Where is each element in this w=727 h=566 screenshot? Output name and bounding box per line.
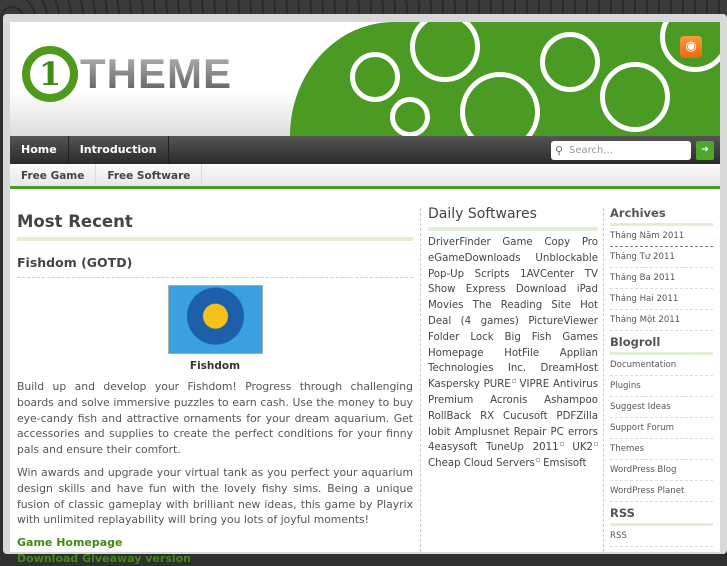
blogroll-link[interactable]: Support Forum: [610, 418, 713, 439]
archives-heading: Archives: [610, 206, 713, 226]
search-button[interactable]: ➜: [696, 141, 714, 160]
software-link[interactable]: DriverFinder: [428, 237, 491, 248]
logo-mark: 1: [22, 46, 78, 102]
blogroll-link[interactable]: Plugins: [610, 376, 713, 397]
blogroll-link[interactable]: WordPress Planet: [610, 481, 713, 502]
software-link[interactable]: Emsisoft: [543, 458, 586, 469]
external-link-icon: [511, 378, 516, 383]
software-link[interactable]: 1AVCenter: [520, 269, 574, 280]
software-link[interactable]: Cheap Cloud Servers: [428, 458, 535, 469]
software-link[interactable]: Ashampoo: [544, 395, 598, 406]
blogroll-heading: Blogroll: [610, 335, 713, 355]
post-figure: Fishdom: [17, 285, 413, 372]
blogroll-link[interactable]: Documentation: [610, 355, 713, 376]
header: 1 THEME ◉: [10, 22, 720, 136]
software-link[interactable]: TuneUp 2011: [486, 442, 559, 453]
image-caption: Fishdom: [189, 360, 241, 372]
software-link[interactable]: UK2: [572, 442, 593, 453]
software-link[interactable]: 4easysoft: [428, 442, 477, 453]
software-link[interactable]: Cucusoft: [503, 411, 548, 422]
software-link[interactable]: Repair PC errors: [514, 427, 598, 438]
software-link[interactable]: Acronis: [490, 395, 527, 406]
search-icon: ⚲: [555, 144, 564, 157]
search-input[interactable]: ⚲ Search...: [551, 141, 691, 160]
software-link[interactable]: eGameDownloads: [428, 253, 521, 264]
nav-free-game[interactable]: Free Game: [10, 164, 97, 186]
rss-heading: RSS: [610, 506, 713, 526]
software-link[interactable]: PictureViewer: [528, 316, 598, 327]
software-link[interactable]: Iobit: [428, 427, 451, 438]
main-nav: Home Introduction ⚲ Search... ➜: [10, 136, 720, 164]
software-link[interactable]: DreamHost: [541, 363, 598, 374]
post-title[interactable]: Fishdom (GOTD): [17, 255, 413, 278]
external-link-icon: [594, 441, 598, 446]
software-link[interactable]: PDFZilla: [556, 411, 598, 422]
site-logo[interactable]: 1 THEME: [22, 46, 232, 102]
logo-text: THEME: [80, 50, 232, 97]
nav-free-software[interactable]: Free Software: [96, 164, 203, 186]
archive-link[interactable]: Tháng Năm 2011: [610, 226, 713, 247]
archive-link[interactable]: Tháng Một 2011: [610, 310, 713, 331]
header-swirl-banner: [290, 22, 720, 136]
daily-softwares: Daily Softwares DriverFinder Game Copy P…: [428, 206, 598, 472]
sidebar: Archives Tháng Năm 2011 Tháng Tư 2011 Thán…: [610, 206, 713, 547]
rss-icon[interactable]: ◉: [680, 36, 702, 58]
software-link[interactable]: Amplusnet: [455, 427, 510, 438]
column-divider: [603, 208, 604, 552]
sub-nav: Free Game Free Software: [10, 164, 720, 189]
daily-links: DriverFinder Game Copy Pro eGameDownload…: [428, 235, 598, 472]
post-paragraph: Build up and develop your Fishdom! Progr…: [17, 380, 413, 457]
archive-link[interactable]: Tháng Ba 2011: [610, 268, 713, 289]
rss-link[interactable]: RSS: [610, 526, 713, 547]
archive-link[interactable]: Tháng Hai 2011: [610, 289, 713, 310]
main-content: Most Recent Fishdom (GOTD) Fishdom Build…: [17, 212, 413, 566]
section-heading: Most Recent: [17, 212, 413, 241]
blogroll-link[interactable]: Themes: [610, 439, 713, 460]
software-link[interactable]: Folder Lock: [428, 332, 494, 343]
software-link[interactable]: HotFile: [504, 348, 539, 359]
column-divider: [420, 208, 421, 552]
post-paragraph: Win awards and upgrade your virtual tank…: [17, 465, 413, 527]
fishdom-image[interactable]: [167, 285, 263, 354]
search-placeholder: Search...: [569, 145, 613, 156]
software-link[interactable]: Game Copy Pro: [502, 237, 598, 248]
software-link[interactable]: Kaspersky PURE: [428, 379, 511, 390]
nav-introduction[interactable]: Introduction: [69, 136, 169, 164]
external-link-icon: [535, 457, 540, 462]
blogroll-link[interactable]: WordPress Blog: [610, 460, 713, 481]
nav-home[interactable]: Home: [10, 136, 69, 164]
software-link[interactable]: The Reading Site: [473, 300, 571, 311]
software-link[interactable]: RollBack RX: [428, 411, 494, 422]
page-frame: 1 THEME ◉ Home Introduction ⚲ Search... ➜…: [3, 14, 727, 565]
daily-heading: Daily Softwares: [428, 206, 598, 231]
external-link-icon: [559, 441, 564, 446]
page: 1 THEME ◉ Home Introduction ⚲ Search... ➜…: [10, 22, 720, 565]
blogroll-link[interactable]: Suggest Ideas: [610, 397, 713, 418]
game-homepage-link[interactable]: Game Homepage: [17, 535, 413, 551]
archive-link[interactable]: Tháng Tư 2011: [610, 247, 713, 268]
download-giveaway-link[interactable]: Download Giveaway version: [17, 551, 413, 566]
